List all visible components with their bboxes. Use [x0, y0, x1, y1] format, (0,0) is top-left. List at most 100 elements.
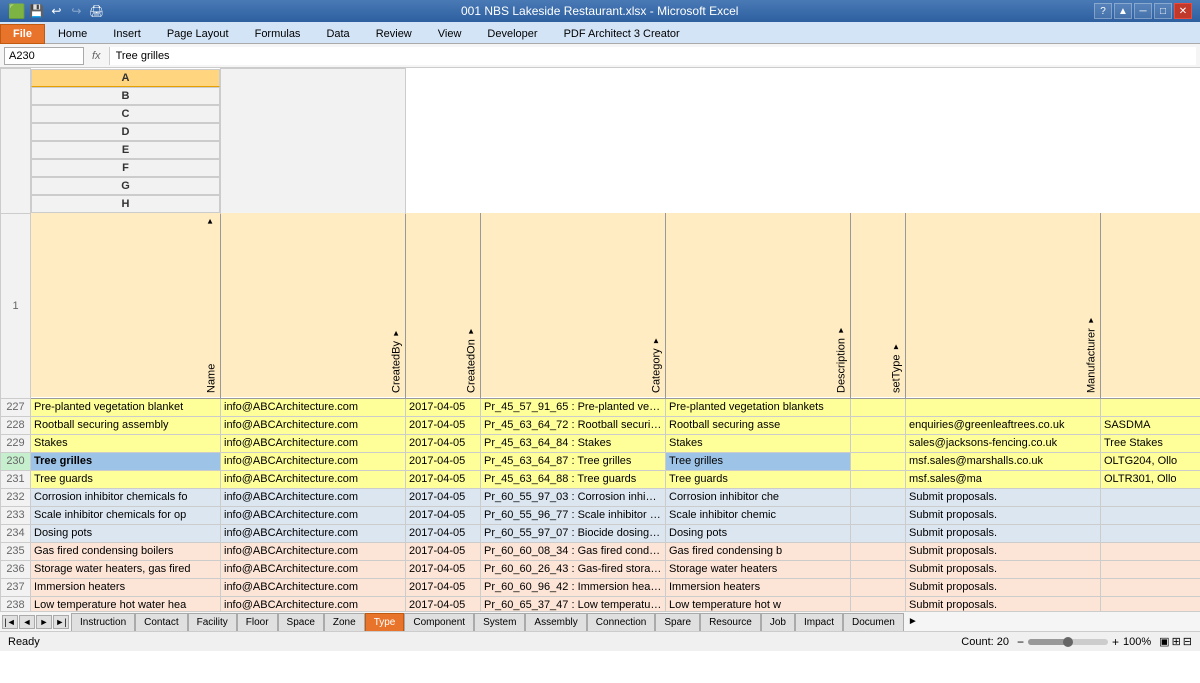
cell-238-b[interactable]: info@ABCArchitecture.com: [221, 596, 406, 611]
sheet-nav-first[interactable]: |◄: [2, 615, 18, 629]
formula-input[interactable]: [109, 47, 1196, 65]
cell-231-g[interactable]: msf.sales@ma: [906, 470, 1101, 488]
ribbon-collapse-btn[interactable]: ▲: [1114, 3, 1132, 19]
sheet-tab-spare[interactable]: Spare: [655, 613, 700, 631]
row-num-229[interactable]: 229: [1, 434, 31, 452]
sheet-tab-facility[interactable]: Facility: [188, 613, 237, 631]
tab-page-layout[interactable]: Page Layout: [154, 23, 242, 43]
name-box[interactable]: [4, 47, 84, 65]
normal-view-btn[interactable]: ▣: [1159, 635, 1169, 648]
cell-233-h[interactable]: [1101, 506, 1200, 524]
cell-232-e[interactable]: Corrosion inhibitor che: [666, 488, 851, 506]
cell-227-b[interactable]: info@ABCArchitecture.com: [221, 398, 406, 416]
sheet-tab-space[interactable]: Space: [278, 613, 324, 631]
sheet-nav-prev[interactable]: ◄: [19, 615, 35, 629]
minimize-btn[interactable]: ─: [1134, 3, 1152, 19]
cell-228-f[interactable]: [851, 416, 906, 434]
cell-236-c[interactable]: 2017-04-05: [406, 560, 481, 578]
cell-227-g[interactable]: [906, 398, 1101, 416]
cell-236-e[interactable]: Storage water heaters: [666, 560, 851, 578]
cell-231-d[interactable]: Pr_45_63_64_88 : Tree guards: [481, 470, 666, 488]
cell-230-b[interactable]: info@ABCArchitecture.com: [221, 452, 406, 470]
cell-236-g[interactable]: Submit proposals.: [906, 560, 1101, 578]
cell-230-d[interactable]: Pr_45_63_64_87 : Tree grilles: [481, 452, 666, 470]
col-header-C[interactable]: C: [31, 105, 220, 123]
zoom-slider[interactable]: [1028, 639, 1108, 645]
cell-236-h[interactable]: [1101, 560, 1200, 578]
col-header-F[interactable]: F: [31, 159, 220, 177]
sheet-tab-contact[interactable]: Contact: [135, 613, 187, 631]
cell-238-a[interactable]: Low temperature hot water hea: [31, 596, 221, 611]
maximize-btn[interactable]: □: [1154, 3, 1172, 19]
sheet-tab-assembly[interactable]: Assembly: [525, 613, 586, 631]
row-num-1[interactable]: 1: [1, 213, 31, 398]
cell-227-e[interactable]: Pre-planted vegetation blankets: [666, 398, 851, 416]
cell-238-h[interactable]: [1101, 596, 1200, 611]
cell-232-b[interactable]: info@ABCArchitecture.com: [221, 488, 406, 506]
cell-237-f[interactable]: [851, 578, 906, 596]
cell-231-c[interactable]: 2017-04-05: [406, 470, 481, 488]
row-num-236[interactable]: 236: [1, 560, 31, 578]
cell-233-a[interactable]: Scale inhibitor chemicals for op: [31, 506, 221, 524]
tab-developer[interactable]: Developer: [474, 23, 550, 43]
sheet-tab-arrow[interactable]: ►: [904, 616, 922, 627]
cell-234-d[interactable]: Pr_60_55_97_07 : Biocide dosing pots ; P…: [481, 524, 666, 542]
cell-233-f[interactable]: [851, 506, 906, 524]
help-icon[interactable]: ?: [1094, 3, 1112, 19]
tab-review[interactable]: Review: [363, 23, 425, 43]
cell-238-f[interactable]: [851, 596, 906, 611]
cell-232-f[interactable]: [851, 488, 906, 506]
cell-231-e[interactable]: Tree guards: [666, 470, 851, 488]
tab-view[interactable]: View: [425, 23, 475, 43]
cell-229-f[interactable]: [851, 434, 906, 452]
cell-233-e[interactable]: Scale inhibitor chemic: [666, 506, 851, 524]
cell-238-e[interactable]: Low temperature hot w: [666, 596, 851, 611]
cell-232-h[interactable]: [1101, 488, 1200, 506]
tab-formulas[interactable]: Formulas: [242, 23, 314, 43]
col-header-E[interactable]: E: [31, 141, 220, 159]
row-num-235[interactable]: 235: [1, 542, 31, 560]
cell-229-g[interactable]: sales@jacksons-fencing.co.uk: [906, 434, 1101, 452]
cell-227-c[interactable]: 2017-04-05: [406, 398, 481, 416]
cell-237-e[interactable]: Immersion heaters: [666, 578, 851, 596]
cell-232-a[interactable]: Corrosion inhibitor chemicals fo: [31, 488, 221, 506]
save-icon[interactable]: 💾: [27, 2, 45, 20]
cell-233-b[interactable]: info@ABCArchitecture.com: [221, 506, 406, 524]
cell-237-c[interactable]: 2017-04-05: [406, 578, 481, 596]
tab-pdf-architect[interactable]: PDF Architect 3 Creator: [551, 23, 693, 43]
cell-234-c[interactable]: 2017-04-05: [406, 524, 481, 542]
sheet-tab-resource[interactable]: Resource: [700, 613, 761, 631]
cell-237-a[interactable]: Immersion heaters: [31, 578, 221, 596]
col-header-A[interactable]: A: [31, 69, 220, 87]
zoom-in-btn[interactable]: +: [1112, 635, 1119, 649]
cell-227-h[interactable]: [1101, 398, 1200, 416]
sheet-nav-last[interactable]: ►|: [53, 615, 69, 629]
cell-231-h[interactable]: OLTR301, Ollo: [1101, 470, 1200, 488]
cell-234-g[interactable]: Submit proposals.: [906, 524, 1101, 542]
cell-233-c[interactable]: 2017-04-05: [406, 506, 481, 524]
close-btn[interactable]: ✕: [1174, 3, 1192, 19]
cell-237-d[interactable]: Pr_60_60_96_42 : Immersion heaters: [481, 578, 666, 596]
cell-232-g[interactable]: Submit proposals.: [906, 488, 1101, 506]
sheet-tab-instruction[interactable]: Instruction: [71, 613, 135, 631]
sheet-nav-next[interactable]: ►: [36, 615, 52, 629]
cell-229-c[interactable]: 2017-04-05: [406, 434, 481, 452]
cell-227-d[interactable]: Pr_45_57_91_65 : Pre-planted vegetation: [481, 398, 666, 416]
sheet-tab-job[interactable]: Job: [761, 613, 795, 631]
cell-229-b[interactable]: info@ABCArchitecture.com: [221, 434, 406, 452]
cell-235-a[interactable]: Gas fired condensing boilers: [31, 542, 221, 560]
cell-228-e[interactable]: Rootball securing asse: [666, 416, 851, 434]
redo-icon[interactable]: ↪: [67, 2, 85, 20]
cell-230-f[interactable]: [851, 452, 906, 470]
cell-236-b[interactable]: info@ABCArchitecture.com: [221, 560, 406, 578]
undo-icon[interactable]: ↩: [47, 2, 65, 20]
cell-234-e[interactable]: Dosing pots: [666, 524, 851, 542]
tab-file[interactable]: File: [0, 24, 45, 44]
cell-231-b[interactable]: info@ABCArchitecture.com: [221, 470, 406, 488]
tab-home[interactable]: Home: [45, 23, 100, 43]
cell-230-g[interactable]: msf.sales@marshalls.co.uk: [906, 452, 1101, 470]
cell-228-a[interactable]: Rootball securing assembly: [31, 416, 221, 434]
print-icon[interactable]: 🖨: [87, 2, 105, 20]
cell-234-b[interactable]: info@ABCArchitecture.com: [221, 524, 406, 542]
cell-228-g[interactable]: enquiries@greenleaftrees.co.uk: [906, 416, 1101, 434]
